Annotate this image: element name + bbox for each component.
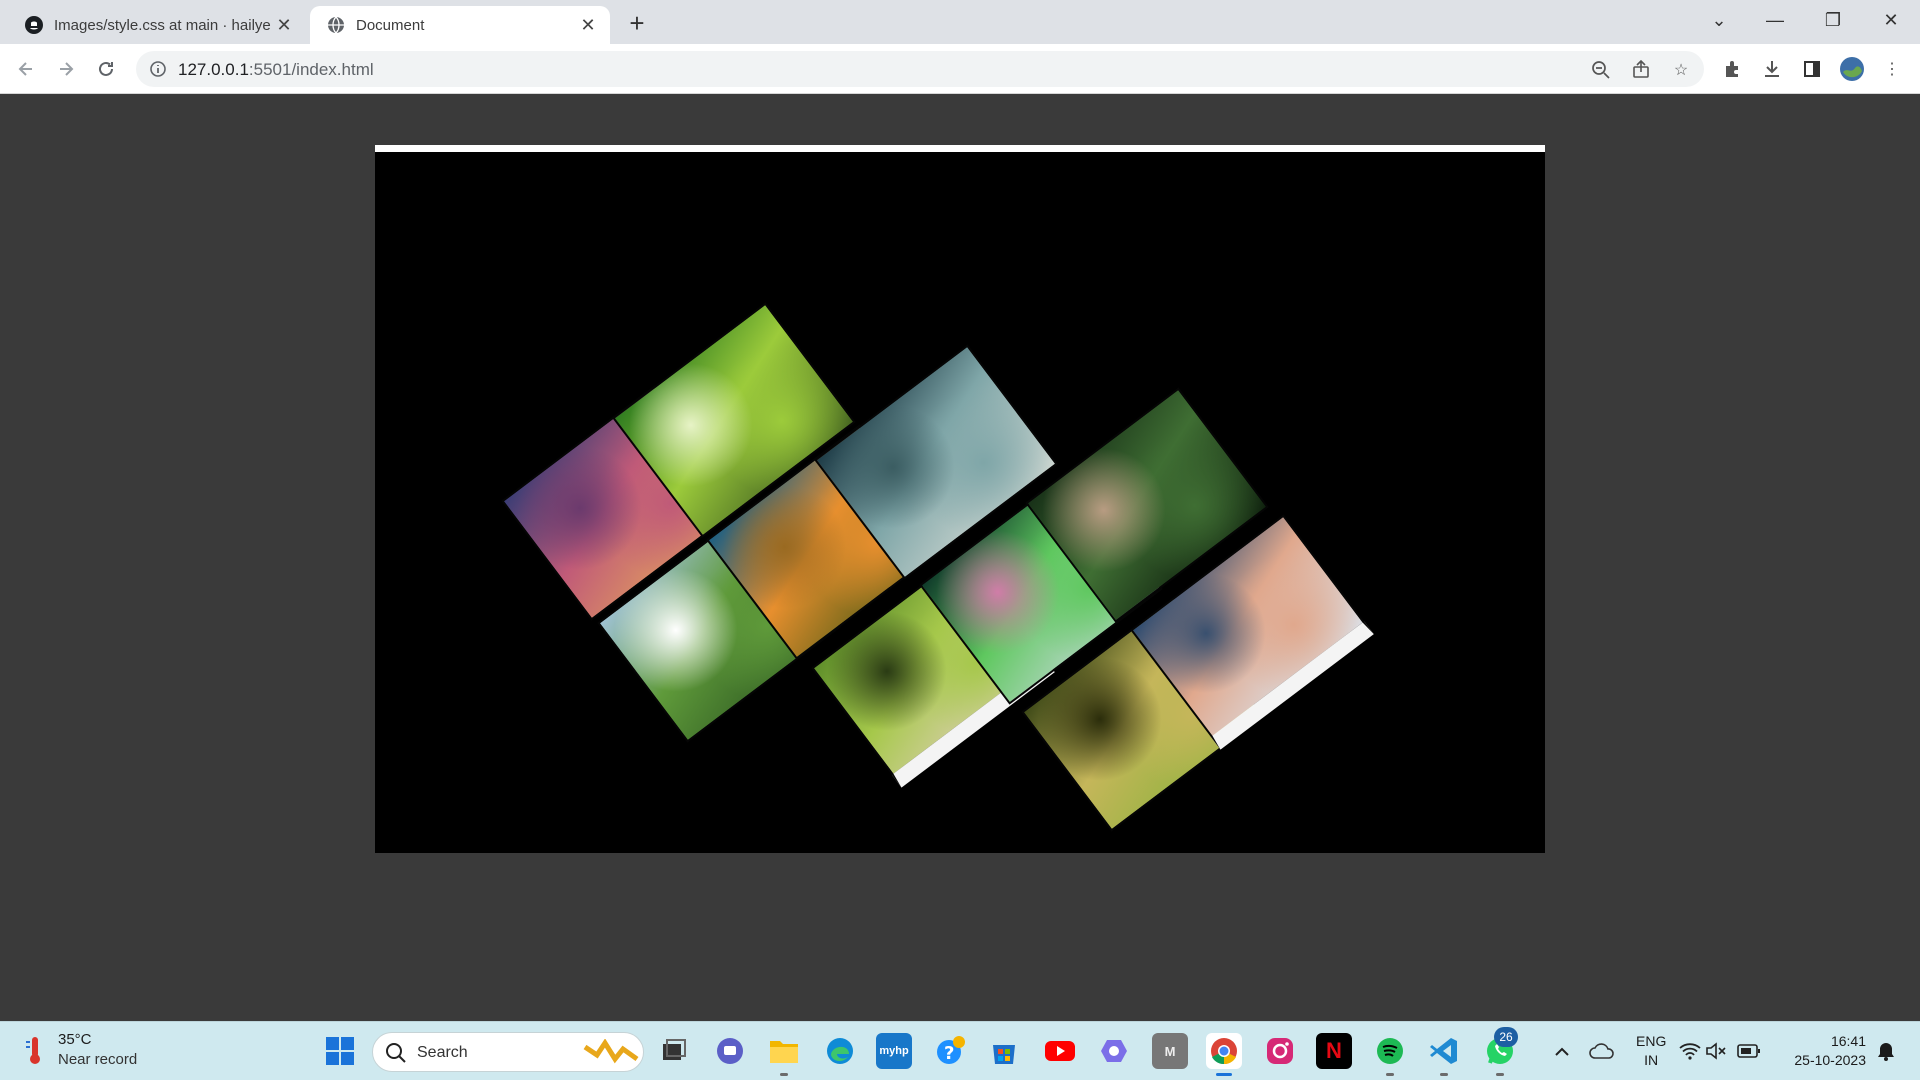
chrome-icon[interactable] [1206,1033,1242,1076]
running-indicator [780,1073,788,1076]
page-viewport [0,95,1920,1021]
weather-description: Near record [58,1051,138,1068]
instagram-icon[interactable] [1262,1033,1298,1069]
window-close-button[interactable]: ✕ [1868,4,1914,36]
clock-date: 25-10-2023 [1794,1052,1866,1068]
system-clock[interactable]: 16:41 25-10-2023 [1782,1032,1866,1070]
tab-github[interactable]: Images/style.css at main · hailye ✕ [8,6,306,44]
close-icon[interactable]: ✕ [576,13,600,37]
input-language-indicator[interactable]: ENG IN [1636,1032,1666,1070]
new-tab-button[interactable]: + [622,8,652,38]
edge-browser-icon[interactable] [822,1033,858,1069]
running-indicator [1440,1073,1448,1076]
netflix-icon[interactable]: N [1316,1033,1352,1069]
onedrive-cloud-icon[interactable] [1584,1033,1620,1069]
running-indicator [1496,1073,1504,1076]
weather-widget[interactable]: 35°C Near record [24,1030,137,1070]
search-icon [385,1042,407,1069]
clock-time: 16:41 [1830,1033,1866,1049]
top-white-line [375,145,1545,152]
search-highlight-icon [581,1038,641,1072]
zoom-out-icon[interactable] [1588,57,1614,83]
notification-bell-icon[interactable] [1872,1033,1900,1069]
active-indicator [1216,1073,1232,1076]
weather-temperature: 35°C [58,1031,92,1048]
url-host: 127.0.0.1 [178,60,249,79]
weather-text: 35°C Near record [58,1030,137,1070]
extensions-icon[interactable] [1718,55,1746,83]
close-icon[interactable]: ✕ [272,13,296,37]
address-bar[interactable]: 127.0.0.1:5501/index.html ☆ [136,51,1704,87]
m-app-icon[interactable]: M [1152,1033,1188,1069]
restore-button[interactable]: ❐ [1810,4,1856,36]
svg-text:?: ? [944,1043,954,1064]
browser-tab-strip: Images/style.css at main · hailye ✕ Docu… [0,0,1920,44]
tab-search-chevron-icon[interactable]: ⌄ [1696,4,1742,36]
github-icon [24,15,44,35]
url-path: :5501/index.html [248,60,374,79]
site-info-icon[interactable] [148,59,168,79]
forward-arrow-icon[interactable] [50,53,82,85]
side-panel-icon[interactable] [1798,55,1826,83]
tab-document[interactable]: Document ✕ [310,6,610,44]
spotify-icon[interactable] [1372,1033,1408,1076]
get-help-icon[interactable]: ? [932,1033,968,1069]
minimize-button[interactable]: — [1752,4,1798,36]
browser-toolbar: 127.0.0.1:5501/index.html ☆ ⋮ [0,44,1920,94]
region-code: IN [1644,1052,1659,1068]
windows-taskbar: 35°C Near record Search myhp ? M N 26 EN… [0,1021,1920,1080]
tab-title: Images/style.css at main · hailye [54,16,271,34]
reload-icon[interactable] [90,53,122,85]
back-arrow-icon[interactable] [10,53,42,85]
running-indicator [1386,1073,1394,1076]
show-hidden-icons-chevron-icon[interactable] [1544,1033,1580,1069]
profile-avatar[interactable] [1838,55,1866,83]
share-icon[interactable] [1628,57,1654,83]
download-icon[interactable] [1758,55,1786,83]
taskbar-search-input[interactable]: Search [372,1032,644,1072]
search-placeholder: Search [417,1044,468,1061]
myhp-app-icon[interactable]: myhp [876,1033,912,1069]
bookmark-star-icon[interactable]: ☆ [1668,57,1694,83]
windows-start-icon[interactable] [322,1033,358,1069]
menu-kebab-icon[interactable]: ⋮ [1878,55,1906,83]
url-text: 127.0.0.1:5501/index.html [178,60,374,80]
youtube-icon[interactable] [1042,1033,1078,1069]
battery-icon[interactable] [1736,1033,1762,1069]
globe-icon [326,15,346,35]
gallery-stage [375,152,1545,853]
wifi-icon[interactable] [1678,1033,1702,1069]
tab-title: Document [356,16,425,34]
language-code: ENG [1636,1033,1667,1049]
copilot-icon[interactable] [1096,1033,1132,1069]
notification-count-badge: 26 [1494,1027,1518,1047]
speaker-muted-icon[interactable] [1704,1033,1728,1069]
teams-chat-icon[interactable] [712,1033,748,1069]
vscode-icon[interactable] [1426,1033,1462,1076]
file-explorer-icon[interactable] [766,1033,802,1076]
microsoft-store-icon[interactable] [986,1033,1022,1069]
task-view-icon[interactable] [656,1033,692,1069]
thermometer-icon [24,1035,46,1065]
